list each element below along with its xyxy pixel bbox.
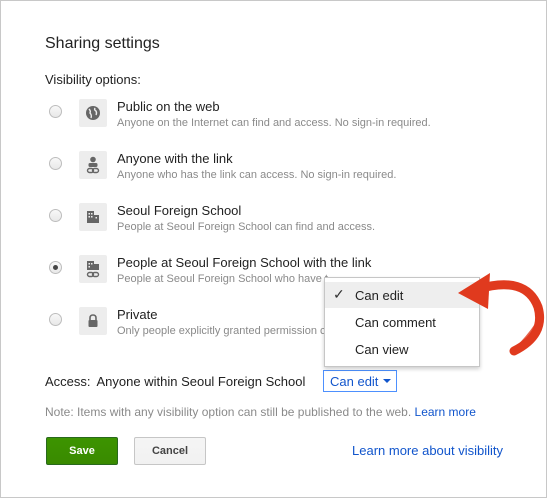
option-title: People at Seoul Foreign School with the … bbox=[117, 255, 372, 270]
chevron-down-icon bbox=[383, 379, 391, 383]
dropdown-label: Can edit bbox=[330, 374, 379, 389]
radio-private[interactable] bbox=[49, 313, 62, 326]
option-domain[interactable]: Seoul Foreign School People at Seoul For… bbox=[1, 203, 546, 247]
menu-item-label: Can edit bbox=[355, 288, 404, 303]
option-title: Private bbox=[117, 307, 158, 322]
menu-item-label: Can comment bbox=[355, 315, 436, 330]
option-description: Anyone on the Internet can find and acce… bbox=[117, 117, 431, 129]
globe-icon bbox=[79, 99, 107, 127]
option-anyone-with-link[interactable]: Anyone with the link Anyone who has the … bbox=[1, 151, 546, 195]
dialog-title: Sharing settings bbox=[45, 35, 160, 52]
check-icon: ✓ bbox=[333, 286, 345, 302]
menu-item-label: Can view bbox=[355, 342, 409, 357]
radio-domain-with-link[interactable] bbox=[49, 261, 62, 274]
option-description: Anyone who has the link can access. No s… bbox=[117, 169, 397, 181]
option-title: Public on the web bbox=[117, 99, 220, 114]
learn-more-link[interactable]: Learn more bbox=[415, 405, 476, 419]
option-public-on-web[interactable]: Public on the web Anyone on the Internet… bbox=[1, 99, 546, 143]
sharing-settings-dialog: Sharing settings Visibility options: Pub… bbox=[0, 0, 547, 498]
access-label: Access: bbox=[45, 374, 91, 389]
option-description: People at Seoul Foreign School who have … bbox=[117, 273, 328, 285]
note-text: Note: Items with any visibility option c… bbox=[45, 405, 412, 419]
access-value: Anyone within Seoul Foreign School bbox=[96, 374, 306, 389]
building-link-icon bbox=[79, 255, 107, 283]
lock-icon bbox=[79, 307, 107, 335]
publish-note: Note: Items with any visibility option c… bbox=[45, 405, 476, 419]
annotation-arrow-icon bbox=[458, 273, 544, 356]
radio-domain[interactable] bbox=[49, 209, 62, 222]
option-title: Anyone with the link bbox=[117, 151, 233, 166]
cancel-button[interactable]: Cancel bbox=[134, 437, 206, 465]
option-title: Seoul Foreign School bbox=[117, 203, 242, 218]
option-description: People at Seoul Foreign School can find … bbox=[117, 221, 376, 233]
access-permission-dropdown[interactable]: Can edit bbox=[323, 370, 397, 392]
option-description: Only people explicitly granted permissio… bbox=[117, 325, 326, 337]
access-row: Access: Anyone within Seoul Foreign Schoo… bbox=[45, 374, 305, 389]
building-icon bbox=[79, 203, 107, 231]
visibility-options-label: Visibility options: bbox=[45, 72, 141, 87]
person-link-icon bbox=[79, 151, 107, 179]
radio-public-on-web[interactable] bbox=[49, 105, 62, 118]
radio-anyone-with-link[interactable] bbox=[49, 157, 62, 170]
learn-more-visibility-link[interactable]: Learn more about visibility bbox=[352, 443, 503, 458]
save-button[interactable]: Save bbox=[46, 437, 118, 465]
